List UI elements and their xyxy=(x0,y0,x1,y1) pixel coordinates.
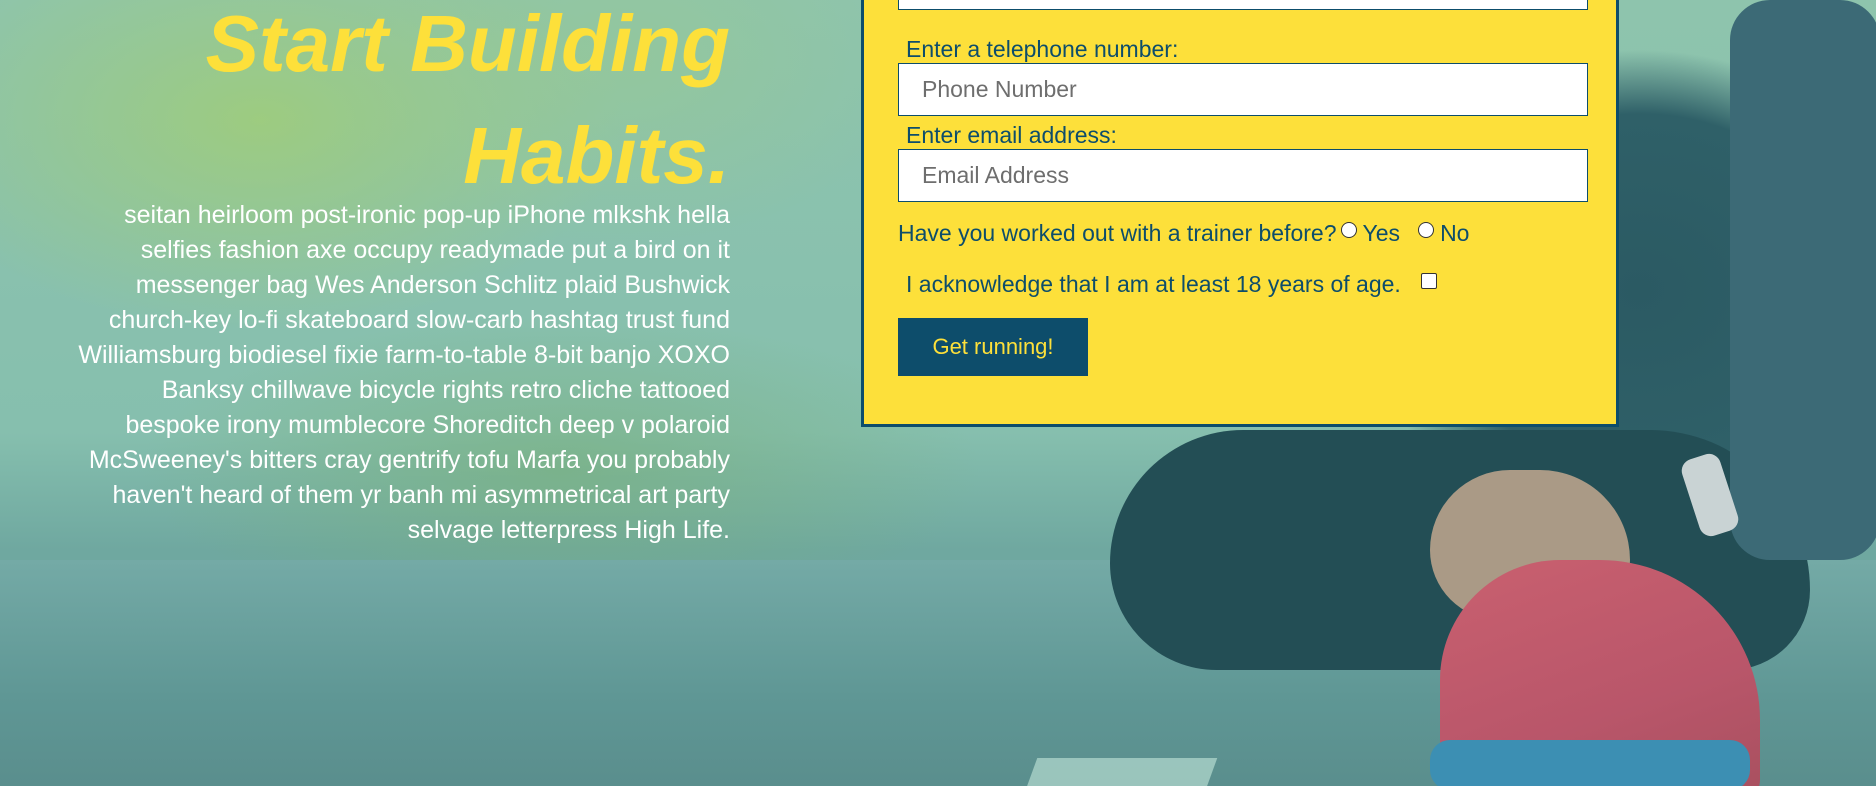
page: Start Building Habits. seitan heirloom po… xyxy=(0,0,1876,786)
age-ack-checkbox-icon[interactable] xyxy=(1420,273,1437,289)
hero-title-line1: Start Building xyxy=(205,0,730,88)
previous-input-field[interactable] xyxy=(898,0,1588,10)
trainer-yes-label[interactable]: Yes xyxy=(1363,220,1401,246)
phone-label: Enter a telephone number: xyxy=(906,36,1179,62)
email-label: Enter email address: xyxy=(906,122,1117,148)
age-ack-row: I acknowledge that I am at least 18 year… xyxy=(906,270,1437,298)
hero-intro-text: seitan heirloom post-ironic pop-up iPhon… xyxy=(78,201,730,544)
email-input[interactable] xyxy=(898,149,1588,202)
trainer-question-row: Have you worked out with a trainer befor… xyxy=(898,219,1469,247)
hero-title: Start Building Habits. xyxy=(60,0,730,212)
trainer-question-label: Have you worked out with a trainer befor… xyxy=(898,220,1337,246)
phone-input[interactable] xyxy=(898,63,1588,116)
trainer-no-radio-icon[interactable] xyxy=(1418,222,1435,238)
shoe-sole xyxy=(1430,740,1750,786)
hero-title-line2: Habits. xyxy=(463,111,730,200)
get-running-button[interactable]: Get running! xyxy=(898,318,1088,376)
road-marking xyxy=(1022,758,1218,786)
signup-form: Enter a telephone number: Enter email ad… xyxy=(861,0,1619,427)
trainer-yes-radio-icon[interactable] xyxy=(1340,222,1357,238)
runner-arm xyxy=(1730,0,1876,560)
age-ack-label: I acknowledge that I am at least 18 year… xyxy=(906,271,1401,297)
trainer-no-label[interactable]: No xyxy=(1440,220,1469,246)
